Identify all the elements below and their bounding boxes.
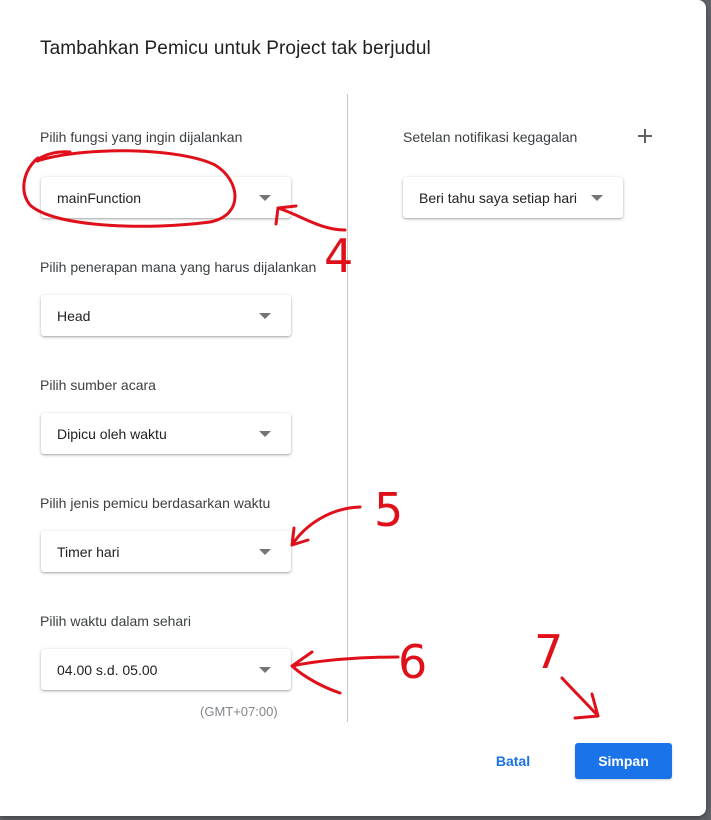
trigger-type-select[interactable]: Timer hari <box>41 531 291 572</box>
column-divider <box>347 94 348 722</box>
dropdown-caret-icon <box>591 195 603 201</box>
event-source-select-value: Dipicu oleh waktu <box>57 425 167 442</box>
dropdown-caret-icon <box>259 313 271 319</box>
dialog-title: Tambahkan Pemicu untuk Project tak berju… <box>40 38 431 59</box>
event-source-label: Pilih sumber acara <box>40 377 156 393</box>
deployment-select-value: Head <box>57 307 91 324</box>
time-of-day-label: Pilih waktu dalam sehari <box>40 613 191 629</box>
save-button[interactable]: Simpan <box>575 743 672 779</box>
event-source-select[interactable]: Dipicu oleh waktu <box>41 413 291 454</box>
notification-settings-label: Setelan notifikasi kegagalan <box>403 129 578 145</box>
timezone-label: (GMT+07:00) <box>200 704 278 719</box>
dropdown-caret-icon <box>259 195 271 201</box>
deployment-select[interactable]: Head <box>41 295 291 336</box>
dropdown-caret-icon <box>259 549 271 555</box>
function-select[interactable]: mainFunction <box>41 177 291 218</box>
plus-icon[interactable] <box>636 127 654 145</box>
function-select-value: mainFunction <box>57 189 142 206</box>
trigger-type-select-value: Timer hari <box>57 543 120 560</box>
notification-frequency-select[interactable]: Beri tahu saya setiap hari <box>403 177 623 218</box>
dropdown-caret-icon <box>259 667 271 673</box>
trigger-type-label: Pilih jenis pemicu berdasarkan waktu <box>40 495 271 511</box>
time-of-day-select[interactable]: 04.00 s.d. 05.00 <box>41 649 291 690</box>
dropdown-caret-icon <box>259 431 271 437</box>
deployment-label: Pilih penerapan mana yang harus dijalank… <box>40 259 317 275</box>
time-of-day-select-value: 04.00 s.d. 05.00 <box>57 661 158 678</box>
cancel-button[interactable]: Batal <box>484 744 542 778</box>
notification-frequency-value: Beri tahu saya setiap hari <box>419 189 577 206</box>
function-label: Pilih fungsi yang ingin dijalankan <box>40 129 243 145</box>
trigger-dialog: Tambahkan Pemicu untuk Project tak berju… <box>0 0 706 816</box>
